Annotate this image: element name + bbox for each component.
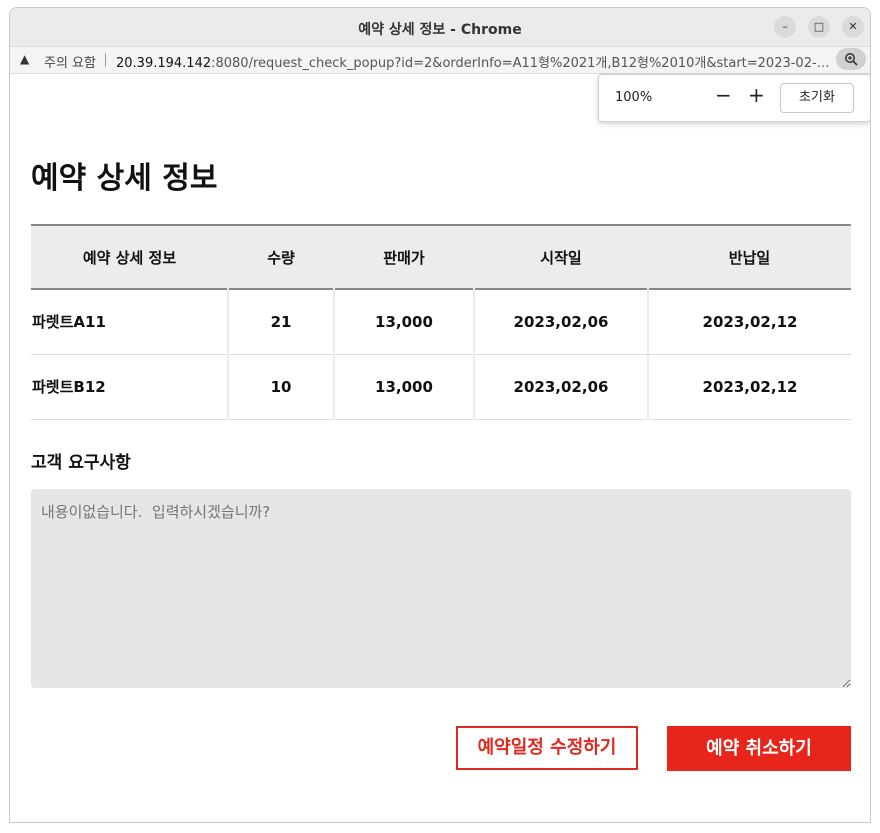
zoom-level: 100% [615,90,653,105]
cancel-reservation-button[interactable]: 예약 취소하기 [667,726,851,771]
table-row: 파렛트B12 10 13,000 2023,02,06 2023,02,12 [31,354,851,419]
security-label[interactable]: 주의 요함 [44,52,96,71]
url-path: :8080/request_check_popup?id=2&orderInfo… [211,56,832,71]
zoom-reset-button[interactable]: 초기화 [780,83,854,113]
request-label: 고객 요구사항 [31,453,131,473]
table-cell: 2023,02,12 [647,354,851,419]
modify-schedule-button[interactable]: 예약일정 수정하기 [456,726,638,770]
warning-triangle-icon[interactable]: ▲ [20,52,29,66]
column-header: 시작일 [540,248,582,267]
table-row: 파렛트A11 21 13,000 2023,02,06 2023,02,12 [31,289,851,354]
column-header: 판매가 [383,248,425,267]
table-cell: 파렛트B12 [32,378,106,396]
window-title: 예약 상세 정보 - Chrome [358,22,522,38]
zoom-in-button[interactable]: + [748,83,765,107]
column-header: 예약 상세 정보 [82,248,177,267]
customer-request-textarea[interactable] [31,489,851,688]
reservation-table: 예약 상세 정보 수량 판매가 시작일 반납일 파렛트A11 21 13,000… [31,224,851,420]
table-cell: 13,000 [333,354,474,419]
table-cell: 10 [227,354,334,419]
page-title: 예약 상세 정보 [31,161,218,196]
zoom-out-button[interactable]: − [715,83,732,107]
maximize-icon[interactable]: □ [808,16,830,38]
browser-window: 예약 상세 정보 - Chrome – □ ✕ ▲ 주의 요함 20.39.19… [9,7,871,823]
minimize-icon[interactable]: – [774,16,796,38]
table-cell: 21 [227,289,334,354]
table-cell: 2023,02,12 [647,289,851,354]
url-host: 20.39.194.142 [116,56,212,71]
divider [105,53,106,67]
column-header: 반납일 [728,248,771,267]
table-cell: 2023,02,06 [473,354,648,419]
table-cell: 파렛트A11 [32,313,106,332]
title-bar: 예약 상세 정보 - Chrome – □ ✕ [10,8,870,47]
table-cell: 2023,02,06 [473,289,648,354]
table-header-row: 예약 상세 정보 수량 판매가 시작일 반납일 [31,225,851,289]
table-cell: 13,000 [333,289,474,354]
zoom-magnifier-icon[interactable] [836,48,866,70]
url-text[interactable]: 20.39.194.142:8080/request_check_popup?i… [116,52,832,71]
zoom-popup: 100% − + 초기화 [598,74,870,122]
address-bar[interactable]: ▲ 주의 요함 20.39.194.142:8080/request_check… [10,47,870,74]
column-header: 수량 [267,248,295,267]
close-icon[interactable]: ✕ [842,16,864,38]
